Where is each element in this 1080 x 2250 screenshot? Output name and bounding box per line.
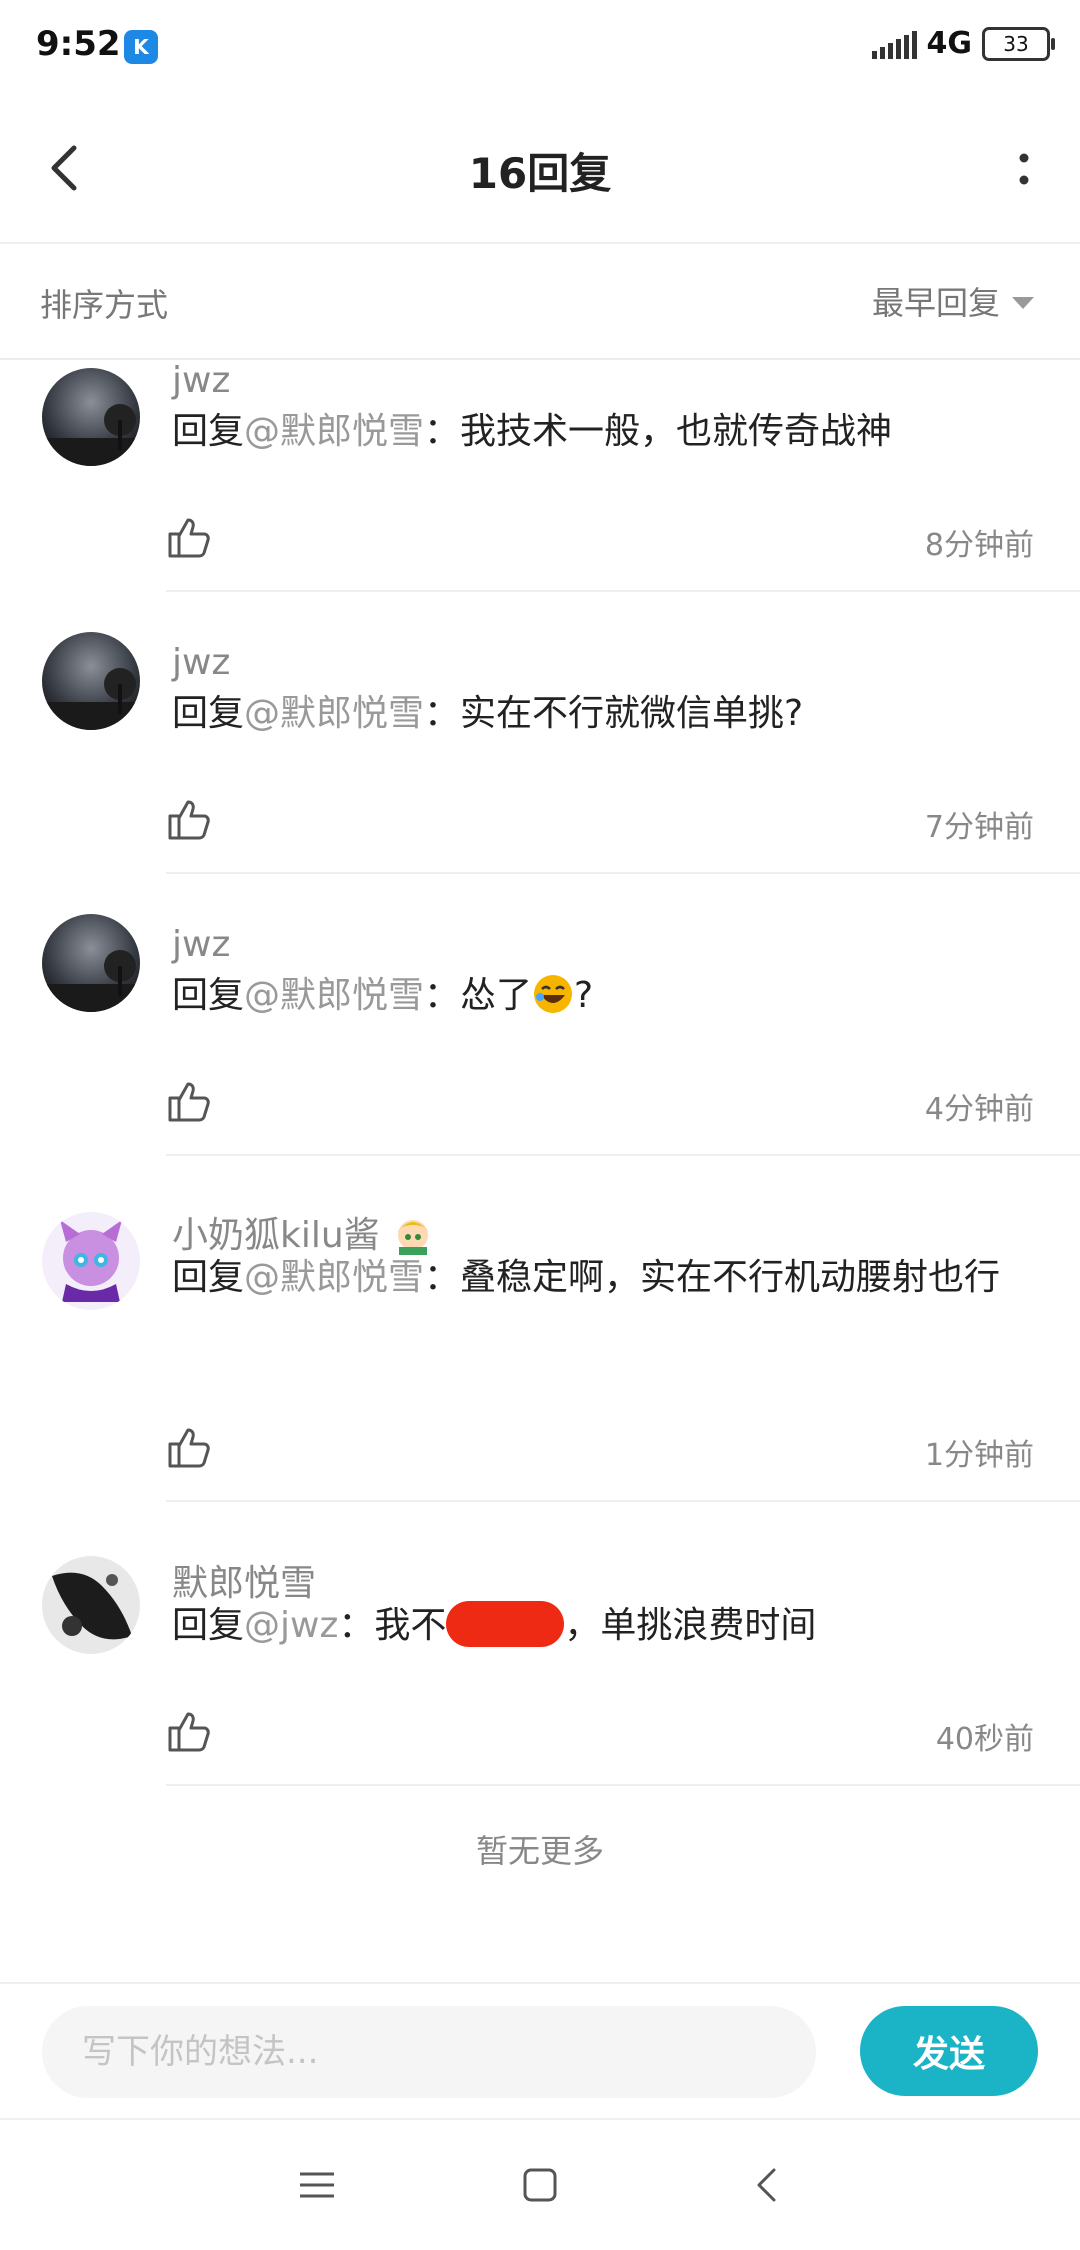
thumbs-up-icon[interactable] bbox=[166, 1424, 212, 1470]
system-nav-bar bbox=[0, 2118, 1080, 2250]
comment-body-end: ，单挑浪费时间 bbox=[564, 1605, 817, 1646]
send-button[interactable]: 发送 bbox=[860, 2006, 1038, 2096]
divider bbox=[166, 1784, 1080, 1786]
mention-link[interactable]: @jwz bbox=[244, 1605, 338, 1646]
comment-time: 7分钟前 bbox=[924, 810, 1034, 845]
avatar[interactable] bbox=[42, 1556, 140, 1654]
comment-item: 小奶狐kilu酱 回复@默郎悦雪：叠稳定啊，实在不行机动腰射也行 1分钟前 bbox=[0, 1156, 1080, 1502]
thumbs-up-icon[interactable] bbox=[166, 1078, 212, 1124]
mention-link[interactable]: @默郎悦雪 bbox=[244, 975, 424, 1016]
comment-text: 回复@jwz：我不 ，单挑浪费时间 bbox=[172, 1594, 1020, 1658]
comment-username[interactable]: jwz bbox=[172, 924, 230, 965]
comment-time: 8分钟前 bbox=[924, 528, 1034, 563]
avatar[interactable] bbox=[42, 1212, 140, 1310]
avatar[interactable] bbox=[42, 914, 140, 1012]
thumbs-up-icon[interactable] bbox=[166, 514, 212, 560]
mention-link[interactable]: @默郎悦雪 bbox=[244, 411, 424, 452]
page-title: 16回复 bbox=[468, 149, 612, 198]
avatar[interactable] bbox=[42, 632, 140, 730]
redaction-mark bbox=[446, 1601, 565, 1647]
reply-prefix: 回复 bbox=[172, 411, 245, 452]
signal-icon bbox=[871, 29, 917, 59]
comment-body: ：叠稳定啊，实在不行机动腰射也行 bbox=[424, 1257, 1001, 1298]
comment-input[interactable] bbox=[42, 2006, 816, 2098]
mention-link[interactable]: @默郎悦雪 bbox=[244, 693, 424, 734]
reply-prefix: 回复 bbox=[172, 1605, 245, 1646]
header: 16回复 bbox=[0, 96, 1080, 244]
app-notification-icon bbox=[124, 30, 158, 64]
menu-icon[interactable] bbox=[292, 2160, 342, 2210]
comment-username[interactable]: jwz bbox=[172, 360, 230, 401]
comment-time: 40秒前 bbox=[935, 1722, 1034, 1757]
comment-body-end: ? bbox=[574, 975, 594, 1016]
nav-back-icon[interactable] bbox=[742, 2160, 792, 2210]
home-icon[interactable] bbox=[515, 2160, 565, 2210]
comment-username[interactable]: jwz bbox=[172, 642, 230, 683]
no-more-text: 暂无更多 bbox=[475, 1832, 604, 1870]
battery-icon: 33 bbox=[982, 26, 1055, 61]
comment-text: 回复@默郎悦雪：实在不行就微信单挑? bbox=[172, 682, 1020, 746]
comment-text: 回复@默郎悦雪：怂了? bbox=[172, 964, 1020, 1028]
reply-prefix: 回复 bbox=[172, 693, 245, 734]
sort-label: 排序方式 bbox=[40, 286, 169, 324]
comment-input-bar: 发送 bbox=[0, 1982, 1080, 2120]
status-time: 9:52 bbox=[36, 24, 121, 64]
laughing-emoji-icon bbox=[534, 975, 573, 1013]
comment-text: 回复@默郎悦雪：叠稳定啊，实在不行机动腰射也行 bbox=[172, 1246, 1020, 1310]
more-icon[interactable] bbox=[1004, 140, 1044, 200]
reply-prefix: 回复 bbox=[172, 975, 245, 1016]
comment-body: ：我不 bbox=[338, 1605, 447, 1646]
comment-time: 4分钟前 bbox=[924, 1092, 1034, 1127]
comment-body: ：怂了 bbox=[424, 975, 533, 1016]
comment-item: jwz 回复@默郎悦雪：实在不行就微信单挑? 7分钟前 bbox=[0, 592, 1080, 874]
comment-time: 1分钟前 bbox=[924, 1438, 1034, 1473]
reply-prefix: 回复 bbox=[172, 1257, 245, 1298]
status-bar: 9:52 4G 33 bbox=[0, 0, 1080, 96]
sort-dropdown[interactable]: 最早回复 bbox=[872, 278, 1034, 324]
comment-item: 默郎悦雪 回复@jwz：我不 ，单挑浪费时间 40秒前 bbox=[0, 1502, 1080, 1786]
avatar[interactable] bbox=[42, 368, 140, 466]
thumbs-up-icon[interactable] bbox=[166, 796, 212, 842]
thumbs-up-icon[interactable] bbox=[166, 1708, 212, 1754]
comment-body: ：实在不行就微信单挑? bbox=[424, 693, 804, 734]
comment-list: jwz 回复@默郎悦雪：我技术一般，也就传奇战神 8分钟前 jwz 回复@默郎悦… bbox=[0, 360, 1080, 1786]
mention-link[interactable]: @默郎悦雪 bbox=[244, 1257, 424, 1298]
sort-caret-icon bbox=[1012, 297, 1034, 309]
comment-body: ：我技术一般，也就传奇战神 bbox=[424, 411, 893, 452]
comment-item: jwz 回复@默郎悦雪：怂了? 4分钟前 bbox=[0, 874, 1080, 1156]
sort-selected: 最早回复 bbox=[871, 284, 1000, 322]
sort-bar: 排序方式 最早回复 bbox=[0, 244, 1080, 360]
comment-text: 回复@默郎悦雪：我技术一般，也就传奇战神 bbox=[172, 400, 1020, 464]
network-type: 4G bbox=[926, 26, 973, 61]
comment-item: jwz 回复@默郎悦雪：我技术一般，也就传奇战神 8分钟前 bbox=[0, 360, 1080, 592]
